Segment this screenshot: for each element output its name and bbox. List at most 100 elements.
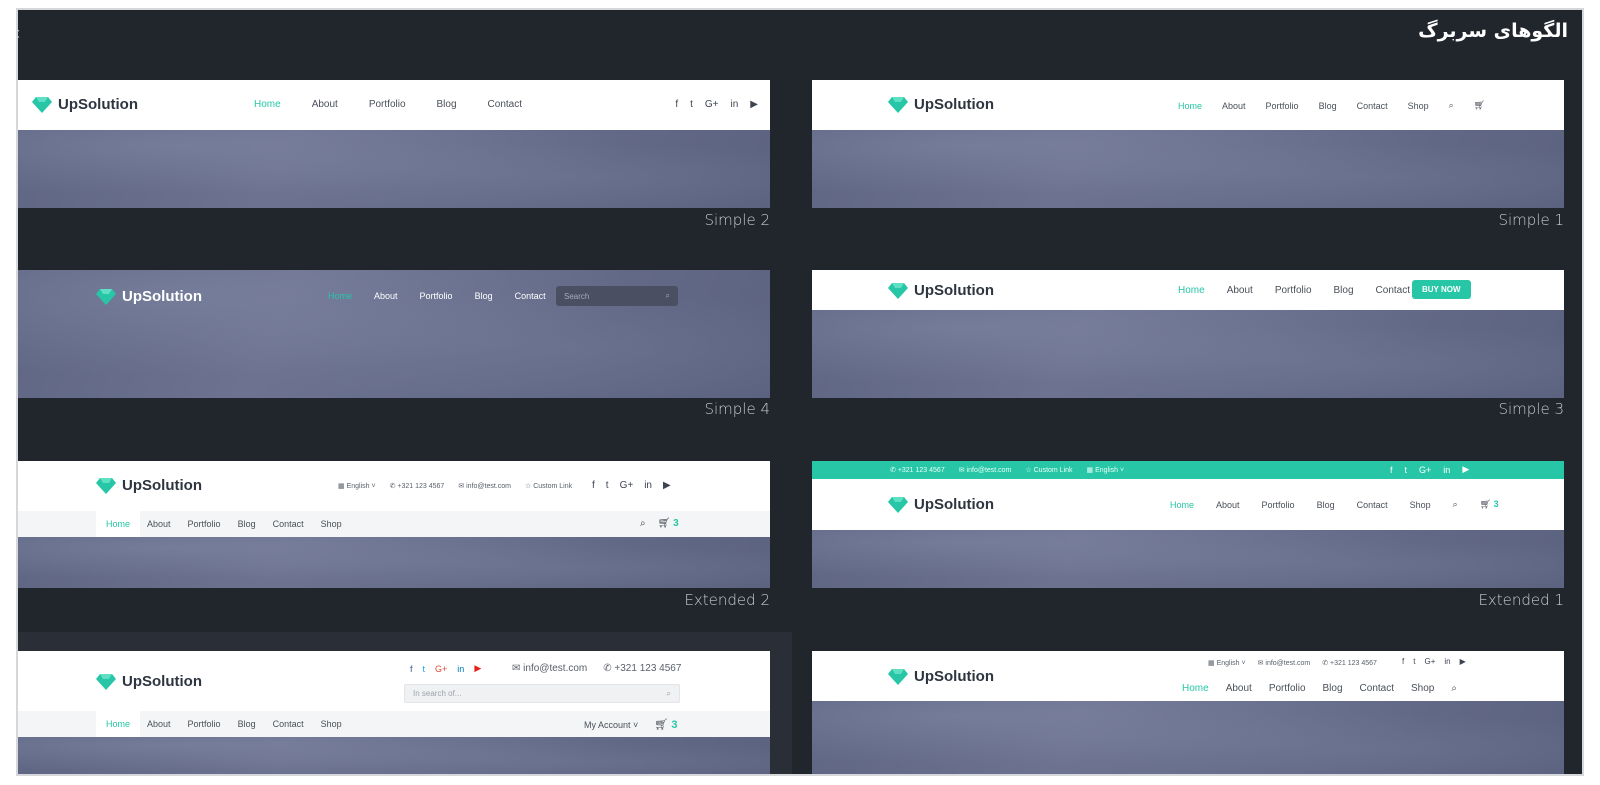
- nav-home[interactable]: Home: [1178, 101, 1202, 111]
- linkedin-icon[interactable]: in: [457, 664, 464, 674]
- nav-shop[interactable]: Shop: [1410, 500, 1431, 510]
- linkedin-icon[interactable]: in: [644, 480, 652, 491]
- nav-shop[interactable]: Shop: [321, 719, 342, 729]
- email[interactable]: ✉ info@test.com: [458, 482, 511, 490]
- my-account-dropdown[interactable]: My Account ˅: [584, 720, 638, 730]
- google-plus-icon[interactable]: G+: [1419, 465, 1431, 475]
- nav-blog[interactable]: Blog: [437, 99, 457, 110]
- nav-about[interactable]: About: [374, 291, 398, 301]
- facebook-icon[interactable]: f: [1390, 465, 1393, 475]
- email[interactable]: ✉ info@test.com: [512, 663, 587, 674]
- linkedin-icon[interactable]: in: [1443, 465, 1450, 475]
- language-selector[interactable]: ▦ English ˅: [1208, 659, 1246, 667]
- search-icon[interactable]: ⌕: [1451, 683, 1457, 694]
- nav-shop[interactable]: Shop: [321, 519, 342, 529]
- nav-portfolio[interactable]: Portfolio: [420, 291, 453, 301]
- search-icon[interactable]: ⌕: [1449, 100, 1454, 111]
- twitter-icon[interactable]: t: [606, 480, 609, 491]
- nav-home[interactable]: Home: [106, 519, 130, 529]
- collapse-handle-icon[interactable]: ‹: [18, 24, 24, 42]
- search-icon[interactable]: ⌕: [640, 518, 646, 529]
- template-card-simple-2[interactable]: UpSolution Home About Portfolio Blog Con…: [18, 80, 770, 229]
- cart-icon[interactable]: 🛒︎ 3: [654, 718, 677, 731]
- youtube-icon[interactable]: ▶: [663, 480, 671, 491]
- nav-portfolio[interactable]: Portfolio: [1269, 683, 1306, 694]
- language-selector[interactable]: ▦ English ˅: [1087, 466, 1125, 474]
- search-input[interactable]: In search of... ⌕: [404, 684, 680, 703]
- search-icon[interactable]: ⌕: [1453, 499, 1458, 510]
- nav-about[interactable]: About: [312, 99, 338, 110]
- google-plus-icon[interactable]: G+: [435, 664, 447, 674]
- cart-icon[interactable]: 🛒︎ 3: [1480, 499, 1499, 510]
- nav-blog[interactable]: Blog: [1334, 285, 1354, 296]
- buy-now-button[interactable]: BUY NOW: [1412, 280, 1471, 299]
- nav-portfolio[interactable]: Portfolio: [1262, 500, 1295, 510]
- search-input[interactable]: Search ⌕: [556, 286, 678, 306]
- nav-home[interactable]: Home: [328, 291, 352, 301]
- cart-icon[interactable]: 🛒︎: [1474, 100, 1485, 111]
- nav-blog[interactable]: Blog: [1323, 683, 1343, 694]
- template-card-extended-1[interactable]: ✆ +321 123 4567 ✉ info@test.com ☆ Custom…: [812, 461, 1564, 609]
- nav-about[interactable]: About: [1216, 500, 1240, 510]
- nav-contact[interactable]: Contact: [273, 519, 304, 529]
- twitter-icon[interactable]: t: [423, 664, 426, 674]
- google-plus-icon[interactable]: G+: [705, 99, 719, 110]
- facebook-icon[interactable]: f: [410, 664, 413, 674]
- nav-contact[interactable]: Contact: [1357, 500, 1388, 510]
- nav-home[interactable]: Home: [1182, 683, 1209, 694]
- template-card-extended-4[interactable]: UpSolution ▦ English ˅ ✉ info@test.com ✆…: [812, 651, 1564, 774]
- custom-link[interactable]: ☆ Custom Link: [1025, 466, 1072, 474]
- template-card-extended-2[interactable]: UpSolution ▦ English ˅ ✆ +321 123 4567 ✉…: [18, 461, 770, 609]
- template-card-simple-4[interactable]: UpSolution Home About Portfolio Blog Con…: [18, 270, 770, 418]
- twitter-icon[interactable]: t: [1405, 465, 1408, 475]
- nav-home[interactable]: Home: [254, 99, 281, 110]
- youtube-icon[interactable]: ▶: [1460, 657, 1466, 666]
- nav-contact[interactable]: Contact: [488, 99, 522, 110]
- template-card-simple-1[interactable]: UpSolution Home About Portfolio Blog Con…: [812, 80, 1564, 229]
- nav-blog[interactable]: Blog: [1317, 500, 1335, 510]
- facebook-icon[interactable]: f: [1402, 657, 1404, 666]
- nav-contact[interactable]: Contact: [273, 719, 304, 729]
- language-selector[interactable]: ▦ English ˅: [338, 482, 376, 490]
- cart-icon[interactable]: 🛒︎ 3: [658, 518, 679, 529]
- nav-blog[interactable]: Blog: [475, 291, 493, 301]
- nav-home[interactable]: Home: [1170, 500, 1194, 510]
- twitter-icon[interactable]: t: [690, 99, 693, 110]
- nav-blog[interactable]: Blog: [238, 519, 256, 529]
- custom-link[interactable]: ☆ Custom Link: [525, 482, 572, 490]
- template-card-simple-3[interactable]: UpSolution Home About Portfolio Blog Con…: [812, 270, 1564, 418]
- nav-portfolio[interactable]: Portfolio: [369, 99, 406, 110]
- google-plus-icon[interactable]: G+: [620, 480, 634, 491]
- facebook-icon[interactable]: f: [592, 480, 595, 491]
- facebook-icon[interactable]: f: [675, 99, 678, 110]
- template-card-extended-3[interactable]: UpSolution f t G+ in ▶ ✉ info@test.com ✆…: [18, 651, 770, 774]
- nav-about[interactable]: About: [147, 719, 171, 729]
- nav-portfolio[interactable]: Portfolio: [188, 519, 221, 529]
- nav-home[interactable]: Home: [106, 719, 130, 729]
- twitter-icon[interactable]: t: [1413, 657, 1415, 666]
- nav-home[interactable]: Home: [1178, 285, 1205, 296]
- nav-contact[interactable]: Contact: [1357, 101, 1388, 111]
- nav-portfolio[interactable]: Portfolio: [188, 719, 221, 729]
- email[interactable]: ✉ info@test.com: [1258, 659, 1311, 667]
- email[interactable]: ✉ info@test.com: [959, 466, 1012, 474]
- linkedin-icon[interactable]: in: [1444, 657, 1450, 666]
- nav-portfolio[interactable]: Portfolio: [1275, 285, 1312, 296]
- nav-blog[interactable]: Blog: [1319, 101, 1337, 111]
- nav-about[interactable]: About: [1226, 683, 1252, 694]
- youtube-icon[interactable]: ▶: [474, 663, 481, 674]
- linkedin-icon[interactable]: in: [731, 99, 739, 110]
- nav-contact[interactable]: Contact: [1360, 683, 1394, 694]
- youtube-icon[interactable]: ▶: [1462, 464, 1469, 475]
- nav-contact[interactable]: Contact: [1376, 285, 1410, 296]
- nav-contact[interactable]: Contact: [515, 291, 546, 301]
- nav-about[interactable]: About: [147, 519, 171, 529]
- nav-blog[interactable]: Blog: [238, 719, 256, 729]
- google-plus-icon[interactable]: G+: [1424, 657, 1435, 666]
- nav-about[interactable]: About: [1227, 285, 1253, 296]
- nav-shop[interactable]: Shop: [1408, 101, 1429, 111]
- nav-shop[interactable]: Shop: [1411, 683, 1434, 694]
- youtube-icon[interactable]: ▶: [750, 99, 758, 110]
- nav-about[interactable]: About: [1222, 101, 1246, 111]
- nav-portfolio[interactable]: Portfolio: [1266, 101, 1299, 111]
